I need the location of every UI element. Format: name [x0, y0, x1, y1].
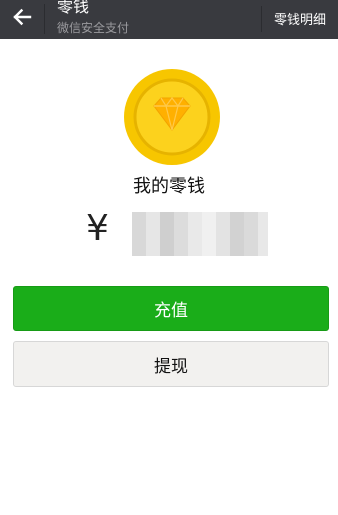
change-details-link[interactable]: 零钱明细: [262, 0, 338, 36]
diamond-coin-icon: [124, 69, 220, 165]
currency-symbol: ¥: [86, 208, 109, 249]
wallet-screen: 零钱 微信安全支付 零钱明细 我的零钱 ¥ 充值 提现: [0, 0, 338, 515]
arrow-left-icon: [13, 8, 32, 26]
wallet-title: 我的零钱: [133, 176, 205, 197]
header-divider: [44, 4, 45, 34]
back-button[interactable]: [6, 2, 38, 32]
page-subtitle: 微信安全支付: [57, 21, 130, 35]
top-navigation-bar: 零钱 微信安全支付 零钱明细: [0, 0, 338, 39]
balance-amount-obscured: [132, 212, 268, 256]
withdraw-button[interactable]: 提现: [13, 341, 329, 387]
recharge-button[interactable]: 充值: [13, 286, 329, 331]
page-title: 零钱: [57, 0, 90, 16]
